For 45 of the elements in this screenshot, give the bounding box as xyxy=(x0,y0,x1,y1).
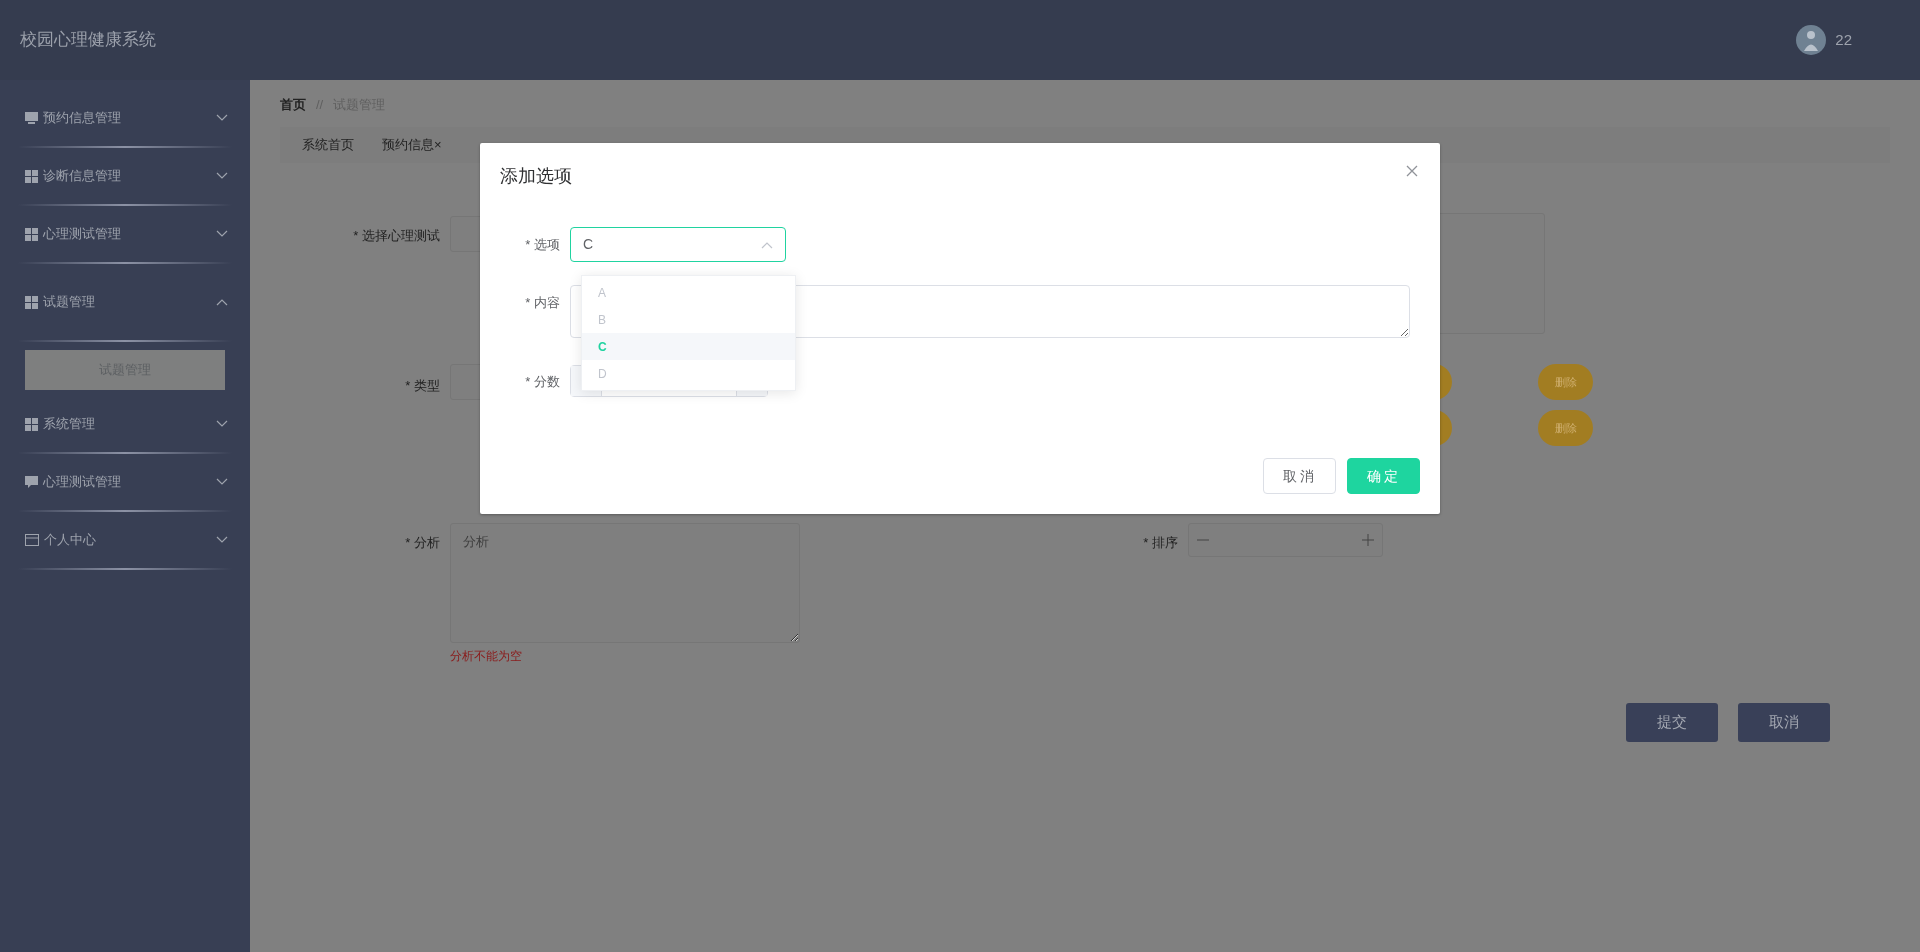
grid-icon xyxy=(25,295,38,309)
field-label: * 内容 xyxy=(524,294,561,312)
plus-icon[interactable] xyxy=(1362,534,1374,546)
chevron-icon xyxy=(216,172,228,180)
tab[interactable]: 系统首页 xyxy=(302,135,354,155)
monitor-icon xyxy=(25,112,38,124)
sidebar-item[interactable]: 试题管理 xyxy=(0,278,250,326)
error-message: 分析不能为空 xyxy=(450,648,523,665)
close-icon[interactable] xyxy=(1406,165,1418,177)
dialog-title: 添加选项 xyxy=(500,165,572,188)
avatar-icon xyxy=(1796,25,1827,55)
chevron-icon xyxy=(216,478,228,486)
grid-icon xyxy=(25,169,38,183)
chevron-icon xyxy=(216,536,228,544)
chevron-icon xyxy=(216,420,228,428)
breadcrumb-separator: // xyxy=(316,96,324,114)
sidebar-item[interactable]: 心理测试管理 xyxy=(0,454,250,510)
field-label: * 类型 xyxy=(404,377,441,395)
tab[interactable]: 预约信息× xyxy=(382,135,442,155)
select-field[interactable]: C xyxy=(570,227,786,262)
chevron-icon xyxy=(216,298,228,306)
field-label: * 分数 xyxy=(524,373,561,391)
card-icon xyxy=(25,534,39,546)
field-label: * 分析 xyxy=(404,534,441,552)
grid-icon xyxy=(25,227,38,241)
textarea-field[interactable]: 分析 xyxy=(450,523,800,643)
sidebar-item[interactable]: 诊断信息管理 xyxy=(0,148,250,204)
cancel-button[interactable]: 取消 xyxy=(1263,458,1336,494)
sidebar-item[interactable]: 系统管理 xyxy=(0,396,250,452)
field-label: * 选项 xyxy=(524,236,561,254)
chevron-icon xyxy=(216,230,228,238)
chevron-icon xyxy=(216,114,228,122)
sidebar-item[interactable]: 心理测试管理 xyxy=(0,206,250,262)
user-name: 22 xyxy=(1835,29,1852,50)
grid-icon xyxy=(25,417,38,431)
breadcrumb-link[interactable]: 首页 xyxy=(280,95,306,127)
number-field[interactable] xyxy=(1188,523,1383,557)
field-label: * 排序 xyxy=(1142,534,1179,552)
field-label: * 选择心理测试 xyxy=(352,227,441,245)
sidebar-item[interactable]: 个人中心 xyxy=(0,512,250,568)
app-title: 校园心理健康系统 xyxy=(20,29,156,52)
cancel-button[interactable]: 取消 xyxy=(1738,703,1830,742)
chat-icon xyxy=(25,475,38,489)
submit-button[interactable]: 提交 xyxy=(1626,703,1718,742)
sidebar-item[interactable]: 预约信息管理 xyxy=(0,90,250,146)
